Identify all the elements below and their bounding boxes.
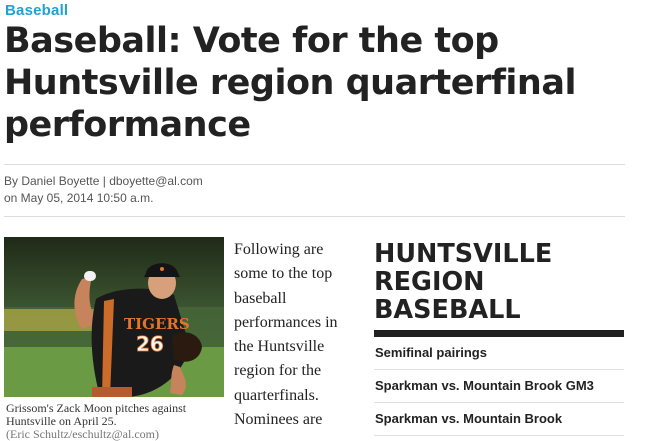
sidebar-link-label: Sparkman vs. Mountain Brook GM3 [375, 378, 594, 393]
article-body: Following are some to the top baseball p… [234, 238, 359, 432]
article-headline: Baseball: Vote for the top Huntsville re… [4, 20, 634, 146]
article-photo[interactable]: TIGERS 26 [4, 237, 224, 397]
byline-dateline: on May 05, 2014 10:50 a.m. [4, 191, 154, 205]
author-email-link[interactable]: dboyette@al.com [109, 174, 203, 188]
jersey-number: 26 [136, 332, 164, 356]
sidebar-link-list: Semifinal pairings Sparkman vs. Mountain… [374, 337, 624, 436]
sidebar-link-label: Sparkman vs. Mountain Brook [375, 411, 563, 426]
body-line: the Huntsville [234, 338, 325, 356]
sidebar-title: HUNTSVILLE REGION BASEBALL [374, 240, 624, 324]
body-line: performances in [234, 313, 338, 331]
byline: By Daniel Boyette | dboyette@al.com on M… [4, 173, 203, 207]
sidebar-link-semifinal-pairings[interactable]: Semifinal pairings [374, 337, 624, 370]
divider [4, 164, 625, 165]
sidebar-link-sparkman-mountain-brook-gm3[interactable]: Sparkman vs. Mountain Brook GM3 [374, 370, 624, 403]
sidebar-link-sparkman-mountain-brook[interactable]: Sparkman vs. Mountain Brook [374, 403, 624, 436]
jersey-text: TIGERS [124, 315, 190, 333]
sidebar-divider-bar [374, 330, 624, 337]
headline-line: Huntsville region quarterfinal [4, 63, 576, 103]
sidebar-title-line: BASEBALL [374, 295, 521, 325]
sidebar-title-line: REGION [374, 267, 485, 297]
category-link[interactable]: Baseball [5, 2, 68, 19]
headline-line: performance [4, 105, 251, 145]
body-line: Nominees are [234, 411, 323, 429]
sidebar-title-line: HUNTSVILLE [374, 239, 553, 269]
headline-line: Baseball: Vote for the top [4, 21, 499, 61]
sidebar-huntsville-baseball: HUNTSVILLE REGION BASEBALL Semifinal pai… [374, 240, 624, 436]
body-line: region for the [234, 362, 322, 380]
byline-prefix: By [4, 174, 22, 188]
byline-author-line: By Daniel Boyette | dboyette@al.com [4, 173, 203, 190]
photo-caption: Grissom's Zack Moon pitches against Hunt… [6, 402, 226, 441]
body-line: some to the top [234, 265, 333, 283]
sidebar-link-label: Semifinal pairings [375, 345, 487, 360]
byline-separator: | [99, 174, 110, 188]
caption-credit: (Eric Schultz/eschultz@al.com) [6, 427, 159, 441]
divider [4, 216, 625, 217]
body-line: baseball [234, 289, 287, 307]
author-link[interactable]: Daniel Boyette [21, 174, 99, 188]
body-line: Following are [234, 241, 324, 258]
pitcher-photo-illustration: TIGERS 26 [4, 237, 224, 397]
body-line: quarterfinals. [234, 386, 319, 404]
